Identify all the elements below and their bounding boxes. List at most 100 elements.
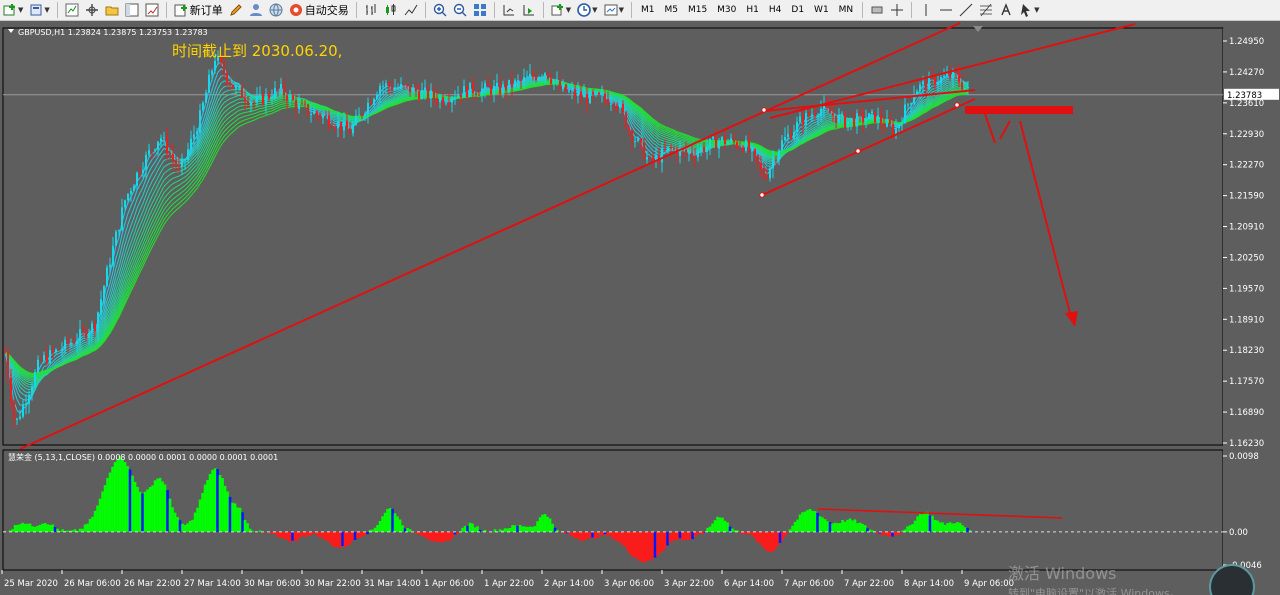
metaeditor-button[interactable] [227, 2, 245, 19]
oscillator-bar [158, 477, 162, 532]
candle-body [46, 355, 48, 363]
oscillator-bar [376, 525, 379, 532]
oscillator-bar [596, 531, 599, 539]
new-order-button[interactable]: 新订单 [172, 2, 225, 19]
oscillator-bar [413, 531, 417, 533]
auto-trading-button[interactable]: 自动交易 [287, 2, 351, 19]
candle-body [442, 97, 444, 104]
horizontal-line-button[interactable] [937, 2, 955, 19]
chart-window[interactable]: 1.24950 1.24270 1.23610 1.22930 1.22270 1.215… [0, 21, 1280, 595]
oscillator-bar [573, 531, 577, 539]
candle-body [667, 147, 669, 151]
folder-button[interactable] [103, 2, 121, 19]
oscillator-bar [728, 526, 732, 532]
bar-chart-button[interactable] [362, 2, 380, 19]
oscillator-bar [641, 531, 644, 563]
chart-shift-button[interactable] [500, 2, 518, 19]
timeframe-m5[interactable]: M5 [659, 2, 683, 19]
oscillator-bar [943, 524, 947, 532]
trendline-anchor-dot [759, 192, 765, 198]
candle-body [742, 147, 744, 151]
candle-body [568, 90, 570, 92]
oscillator-bar [823, 519, 827, 532]
vertical-line-button[interactable] [917, 2, 935, 19]
windows-activation-hint: 转到"电脑设置"以激活 Windows。 [1008, 586, 1181, 595]
price-tick-label: 1.18910 [1229, 315, 1264, 325]
candle-body [25, 403, 27, 405]
oscillator-bar [16, 524, 19, 532]
oscillator-bar [283, 531, 287, 540]
text-tool-button[interactable] [997, 2, 1015, 19]
timeframe-h4[interactable]: H4 [764, 2, 787, 19]
candle-body [73, 342, 75, 344]
crosshair-tool-button[interactable] [888, 2, 906, 19]
indicators-button[interactable]: ▼ [549, 2, 573, 19]
terminal-button[interactable] [123, 2, 141, 19]
trendline-icon [959, 3, 973, 17]
autoscroll-button[interactable] [520, 2, 538, 19]
templates-button[interactable]: ▼ [602, 2, 626, 19]
candle-body [31, 386, 33, 396]
rectangle-tool-button[interactable] [868, 2, 886, 19]
timeframe-mn[interactable]: MN [834, 2, 859, 19]
strategy-tester-button[interactable] [143, 2, 161, 19]
new-chart-button[interactable]: ▼ [1, 2, 25, 19]
tile-windows-button[interactable] [471, 2, 489, 19]
zoom-in-button[interactable] [431, 2, 449, 19]
tester-icon [145, 3, 159, 17]
candle-body [40, 359, 42, 361]
timeframe-w1[interactable]: W1 [809, 2, 834, 19]
candle-body [904, 104, 906, 124]
candle-body [688, 152, 690, 154]
oscillator-bar [91, 516, 94, 532]
candle-body [583, 93, 585, 98]
candle-body [541, 76, 543, 78]
oscillator-bar [618, 531, 622, 543]
oscillator-bar [863, 525, 867, 532]
oscillator-bar [348, 531, 352, 545]
candle-body [862, 113, 864, 123]
candle-body [43, 355, 45, 361]
oscillator-bar [696, 531, 699, 535]
oscillator-bar [466, 526, 469, 532]
autoscroll-icon [522, 3, 536, 17]
zoom-out-button[interactable] [451, 2, 469, 19]
candle-body [304, 103, 306, 105]
candle-body [178, 166, 180, 168]
bar-chart-icon [364, 3, 378, 17]
candle-body [781, 140, 783, 151]
profiles-button[interactable]: ▼ [27, 2, 51, 19]
oscillator-bar [498, 529, 502, 532]
timeframe-m30[interactable]: M30 [712, 2, 741, 19]
oscillator-bar [331, 531, 334, 547]
oscillator-bar [613, 531, 617, 540]
fibonacci-button[interactable] [977, 2, 995, 19]
candle-body [241, 86, 243, 99]
periods-button[interactable]: ▼ [575, 2, 599, 19]
trendline-button[interactable] [957, 2, 975, 19]
line-chart-button[interactable] [402, 2, 420, 19]
navigator-button[interactable] [83, 2, 101, 19]
price-chart[interactable]: 1.249501.242701.236101.229301.222701.215… [0, 21, 1280, 595]
oscillator-bar [173, 512, 177, 532]
candle-body [946, 73, 948, 76]
candle-body [13, 402, 15, 420]
account-button[interactable] [247, 2, 265, 19]
timeframe-m1[interactable]: M1 [636, 2, 660, 19]
candle-body [85, 329, 87, 338]
timeframe-h1[interactable]: H1 [741, 2, 764, 19]
oscillator-bar [593, 531, 597, 539]
candle-body [685, 149, 687, 153]
candle-body [910, 103, 912, 105]
candle-body [769, 168, 771, 179]
arrows-tool-button[interactable]: ▼ [1017, 2, 1041, 19]
candle-body [805, 113, 807, 126]
timeframe-d1[interactable]: D1 [786, 2, 809, 19]
oscillator-bar [218, 475, 222, 532]
timeframe-m15[interactable]: M15 [683, 2, 712, 19]
signals-button[interactable] [267, 2, 285, 19]
oscillator-bar [133, 481, 137, 532]
market-watch-button[interactable] [63, 2, 81, 19]
candle-chart-button[interactable] [382, 2, 400, 19]
candle-body [883, 123, 885, 127]
